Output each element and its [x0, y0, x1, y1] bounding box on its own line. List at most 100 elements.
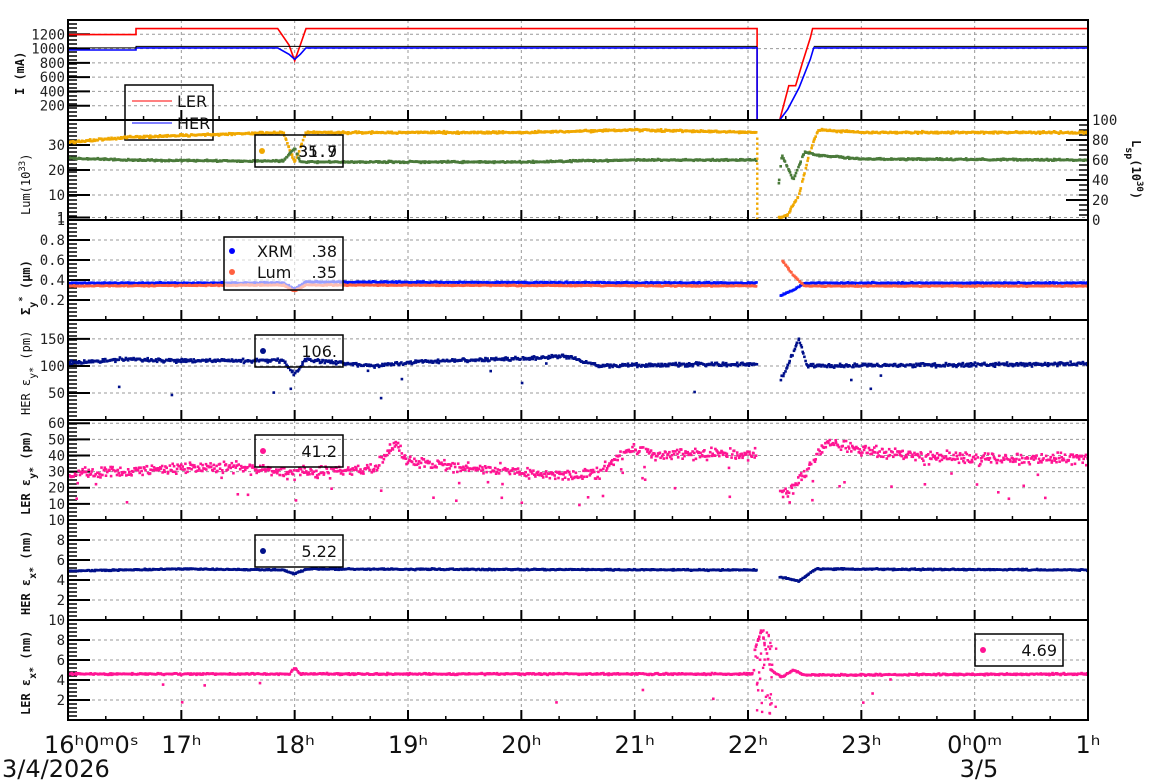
data-point	[754, 131, 758, 134]
y-axis-label: HER εy* (pm)	[19, 331, 39, 415]
data-point	[756, 212, 759, 215]
data-point	[798, 189, 802, 193]
panel-sigma_y: 0.20.40.60.81Σy* (μm)XRM .38Lum .35	[18, 213, 1089, 321]
data-point	[291, 369, 294, 373]
data-point	[783, 160, 787, 163]
data-point	[793, 174, 797, 178]
data-point	[756, 207, 759, 210]
series-line-her	[68, 47, 1088, 120]
data-point	[810, 146, 813, 150]
data-point	[796, 195, 800, 199]
data-point	[806, 159, 809, 163]
y-tick-label: 600	[40, 70, 65, 86]
data-point	[284, 138, 288, 142]
y-axis-label-part: Σ	[19, 308, 33, 315]
data-point	[286, 142, 289, 145]
y-tick-label: 100	[40, 359, 65, 375]
y-axis-label-part: )	[19, 154, 33, 161]
y-tick-label: 30	[48, 138, 65, 154]
data-point	[272, 391, 276, 394]
data-point	[117, 385, 121, 389]
data-point	[788, 171, 792, 174]
right-axis-label-part: sp	[1124, 147, 1135, 159]
data-point	[756, 187, 759, 190]
data-point	[806, 156, 810, 160]
data-point	[170, 393, 174, 397]
data-point	[146, 356, 149, 360]
right-y-tick-label: 20	[1092, 193, 1109, 209]
y-axis-label-part: Lum(10	[19, 172, 33, 215]
legend: LERHER	[124, 84, 214, 141]
right-y-tick-label: 40	[1092, 173, 1109, 189]
data-point	[792, 203, 795, 207]
data-point	[799, 187, 803, 190]
data-point	[803, 172, 806, 175]
y-axis-label-part: (pm)	[19, 331, 33, 367]
data-point	[777, 181, 781, 185]
data-point	[282, 131, 286, 135]
legend-label: Lum	[257, 263, 291, 282]
y-axis-label-part: y	[28, 302, 39, 308]
data-point	[795, 168, 799, 172]
right-axis-label: Lsp(1030)	[1124, 140, 1145, 199]
data-point	[301, 363, 304, 366]
data-point	[799, 160, 802, 163]
data-point	[814, 135, 817, 138]
data-point	[779, 165, 782, 168]
data-point	[293, 159, 297, 162]
y-axis-label-part: 33	[18, 161, 28, 172]
data-point	[175, 361, 178, 364]
data-point	[794, 171, 798, 175]
y-tick-label: 0.8	[40, 233, 65, 249]
legend-value: .35	[312, 263, 337, 282]
data-point	[805, 163, 808, 167]
data-point	[756, 147, 759, 150]
y-tick-label: 1	[57, 213, 65, 229]
series-line-ler	[68, 27, 1088, 120]
y-axis-label-part: (μm)	[19, 260, 33, 296]
legend: XRM .38Lum .35	[223, 236, 344, 291]
data-point	[301, 138, 305, 142]
data-point	[756, 197, 759, 200]
data-point	[801, 177, 805, 181]
data-point	[798, 192, 801, 195]
panel-her_eps_y: 50100150HER εy* (pm) 106.	[19, 319, 1089, 421]
right-y-tick-label: 80	[1092, 133, 1109, 149]
data-point	[756, 142, 759, 145]
right-y-tick-label: 100	[1092, 113, 1117, 129]
right-axis-label-part: 30	[1134, 181, 1144, 192]
y-tick-label: 200	[40, 99, 65, 115]
y-tick-label: 10	[48, 188, 65, 204]
data-point	[117, 358, 120, 362]
panel-frame	[67, 219, 1089, 321]
legend-marker	[259, 148, 265, 154]
data-point	[241, 357, 245, 361]
data-point	[801, 180, 804, 183]
y-tick-label: 0.4	[40, 273, 65, 289]
y-axis-label-part: HER ε	[19, 379, 33, 415]
data-point	[810, 144, 814, 147]
y-tick-label: 800	[40, 56, 65, 72]
y-tick-label: 400	[40, 84, 65, 100]
data-point	[287, 145, 291, 149]
data-point	[755, 281, 758, 284]
data-point	[756, 192, 759, 195]
right-axis-label-part: (10	[1129, 159, 1143, 181]
data-point	[785, 165, 789, 168]
data-point	[276, 357, 280, 360]
legend-marker	[229, 248, 235, 254]
data-point	[756, 177, 759, 180]
panel-series	[68, 259, 1088, 297]
data-point	[777, 178, 781, 182]
legend-value: .38	[312, 242, 337, 261]
y-tick-label: 20	[48, 163, 65, 179]
right-axis-label-part: )	[1129, 192, 1143, 199]
panel-current: 20040060080010001200I (mA)LERHER	[13, 19, 1089, 141]
y-axis-label: Σy* (μm)	[18, 260, 39, 315]
right-y-tick-label: 60	[1092, 153, 1109, 169]
panel-series	[68, 127, 1088, 220]
data-point	[756, 202, 759, 205]
data-point	[756, 182, 759, 185]
y-tick-label: 150	[40, 332, 65, 348]
data-point	[102, 360, 106, 363]
